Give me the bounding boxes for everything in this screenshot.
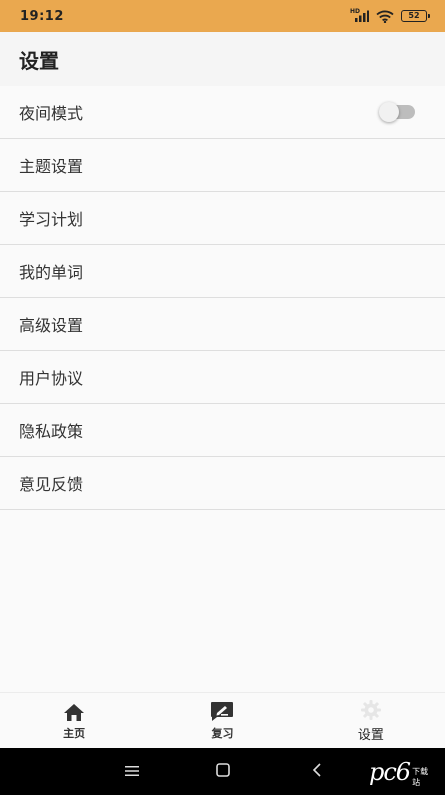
review-icon <box>210 700 234 722</box>
watermark-subtitle: 下载站 <box>412 767 429 787</box>
settings-item-label: 主题设置 <box>19 157 84 176</box>
app-header: 设置 <box>0 32 445 86</box>
square-icon <box>216 762 230 781</box>
settings-item-theme[interactable]: 主题设置 <box>0 139 445 192</box>
battery-icon: 52 <box>401 10 430 22</box>
settings-item-advanced[interactable]: 高级设置 <box>0 298 445 351</box>
nav-item-home[interactable]: 主页 <box>0 693 148 748</box>
settings-item-my-words[interactable]: 我的单词 <box>0 245 445 298</box>
watermark-brand: pc6 <box>369 758 411 786</box>
nav-item-review[interactable]: 复习 <box>148 693 296 748</box>
toggle-knob <box>379 102 399 122</box>
menu-button[interactable] <box>112 748 152 795</box>
settings-item-study-plan[interactable]: 学习计划 <box>0 192 445 245</box>
home-button[interactable] <box>203 748 243 795</box>
nav-label: 主页 <box>63 727 86 740</box>
signal-icon: HD <box>350 8 369 22</box>
settings-item-label: 学习计划 <box>19 210 84 229</box>
battery-level: 52 <box>408 11 420 20</box>
status-time: 19:12 <box>20 8 64 24</box>
back-arrow-icon <box>312 762 322 781</box>
settings-item-label: 夜间模式 <box>19 104 84 123</box>
home-icon <box>63 700 85 722</box>
nav-label: 复习 <box>211 727 234 740</box>
settings-item-privacy-policy[interactable]: 隐私政策 <box>0 404 445 457</box>
bottom-nav: 主页 复习 设置 <box>0 692 445 748</box>
back-button[interactable] <box>297 748 337 795</box>
settings-item-user-agreement[interactable]: 用户协议 <box>0 351 445 404</box>
menu-icon <box>125 762 139 781</box>
nav-label: 设置 <box>357 727 384 743</box>
night-mode-toggle[interactable] <box>379 102 415 122</box>
settings-item-feedback[interactable]: 意见反馈 <box>0 457 445 510</box>
settings-item-night-mode[interactable]: 夜间模式 <box>0 86 445 139</box>
network-label: HD <box>350 8 361 15</box>
nav-item-settings[interactable]: 设置 <box>297 693 445 748</box>
page-title: 设置 <box>19 48 59 73</box>
settings-item-label: 隐私政策 <box>19 422 84 441</box>
settings-list: 夜间模式 主题设置 学习计划 我的单词 高级设置 用户协议 隐私政策 意见反馈 <box>0 86 445 510</box>
status-bar: 19:12 HD 52 <box>0 0 445 32</box>
wifi-icon <box>376 10 394 23</box>
settings-item-label: 高级设置 <box>19 316 84 335</box>
status-icons: HD 52 <box>350 8 430 23</box>
settings-item-label: 意见反馈 <box>19 475 84 494</box>
settings-item-label: 我的单词 <box>19 263 84 282</box>
gear-icon <box>360 699 382 721</box>
settings-item-label: 用户协议 <box>19 369 84 388</box>
watermark-logo: pc6 下载站 <box>369 754 435 790</box>
